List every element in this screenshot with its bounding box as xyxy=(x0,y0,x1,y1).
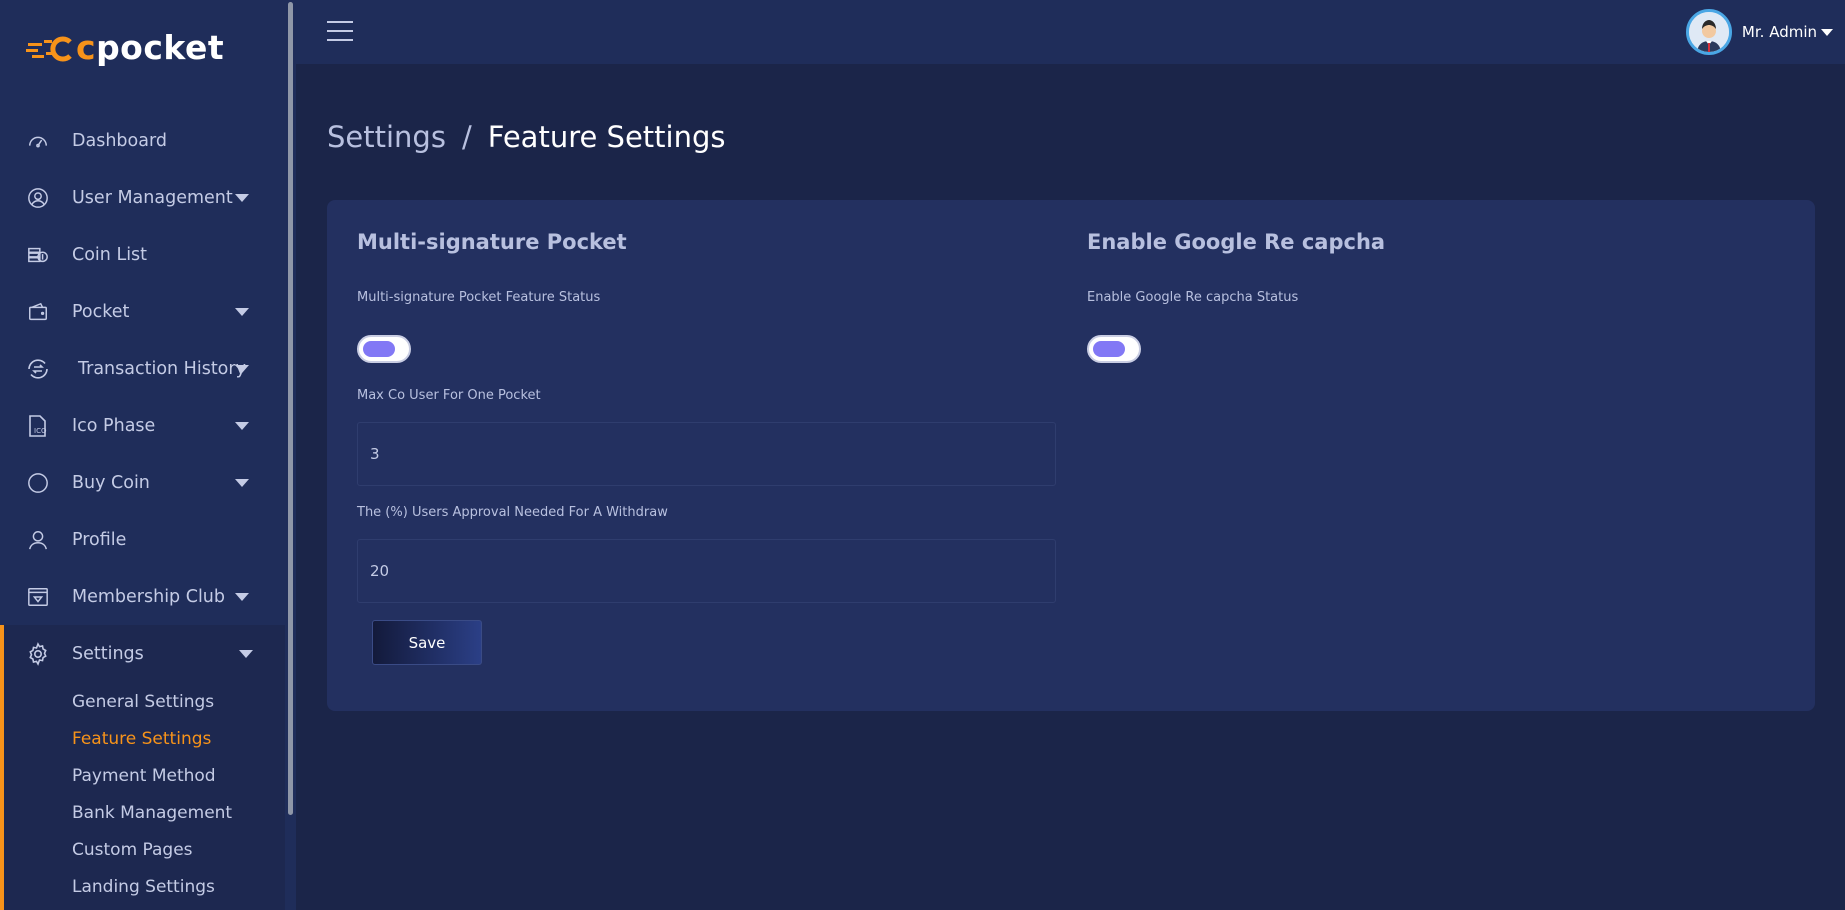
sidebar-item-label: Dashboard xyxy=(72,130,167,151)
sidebar-item-label: Coin List xyxy=(72,244,148,265)
settings-submenu: General Settings Feature Settings Paymen… xyxy=(4,684,285,906)
submenu-item-custom-pages[interactable]: Custom Pages xyxy=(4,832,285,869)
chevron-down-icon xyxy=(239,650,253,658)
logo[interactable]: cpocket xyxy=(26,28,224,67)
logo-speed-icon xyxy=(26,34,76,62)
multisig-status-label: Multi-signature Pocket Feature Status xyxy=(357,290,601,305)
user-menu[interactable]: Mr. Admin xyxy=(1685,9,1833,55)
user-name: Mr. Admin xyxy=(1741,23,1817,41)
chevron-down-icon xyxy=(235,593,249,601)
ico-file-icon: ICO xyxy=(26,414,50,438)
logo-text: cpocket xyxy=(76,28,225,67)
multisig-status-toggle[interactable] xyxy=(357,335,411,363)
submenu-item-feature-settings[interactable]: Feature Settings xyxy=(4,721,285,758)
submenu-item-general-settings[interactable]: General Settings xyxy=(4,684,285,721)
sidebar-item-label: User Management xyxy=(72,187,233,208)
avatar xyxy=(1685,9,1732,55)
sidebar-settings-group: Settings General Settings Feature Settin… xyxy=(0,625,285,910)
sidebar-item-pocket[interactable]: Pocket xyxy=(0,283,285,340)
sidebar-item-label: Profile xyxy=(72,529,127,550)
wallet-icon xyxy=(26,300,50,324)
submenu-item-bank-management[interactable]: Bank Management xyxy=(4,795,285,832)
sidebar-item-profile[interactable]: Profile xyxy=(0,511,285,568)
sidebar-item-label: Membership Club xyxy=(72,586,226,607)
chevron-down-icon xyxy=(235,422,249,430)
page-title: Feature Settings xyxy=(487,120,726,154)
max-co-user-input[interactable] xyxy=(357,422,1056,486)
toggle-knob xyxy=(1093,341,1125,357)
sidebar-item-dashboard[interactable]: Dashboard xyxy=(0,112,285,169)
approval-percent-input[interactable] xyxy=(357,539,1056,603)
toggle-knob xyxy=(363,341,395,357)
submenu-item-landing-settings[interactable]: Landing Settings xyxy=(4,869,285,906)
recaptcha-status-label: Enable Google Re capcha Status xyxy=(1087,290,1299,305)
sidebar-item-label: Settings xyxy=(72,643,144,664)
feature-settings-card: Multi-signature Pocket Multi-signature P… xyxy=(327,200,1815,711)
sidebar-item-label: Buy Coin xyxy=(72,472,150,493)
coins-icon xyxy=(26,243,50,267)
breadcrumb-separator: / xyxy=(461,120,472,154)
submenu-item-payment-method[interactable]: Payment Method xyxy=(4,758,285,795)
chevron-down-icon xyxy=(235,479,249,487)
sidebar-menu: Dashboard User Management Coin List Pock… xyxy=(0,112,285,625)
breadcrumb-parent[interactable]: Settings xyxy=(327,120,446,154)
sidebar-item-buy-coin[interactable]: Buy Coin xyxy=(0,454,285,511)
chevron-down-icon xyxy=(235,308,249,316)
sidebar-item-user-management[interactable]: User Management xyxy=(0,169,285,226)
sidebar-item-coin-list[interactable]: Coin List xyxy=(0,226,285,283)
svg-text:ICO: ICO xyxy=(34,427,47,435)
recaptcha-status-toggle[interactable] xyxy=(1087,335,1141,363)
multisig-title: Multi-signature Pocket xyxy=(357,230,627,254)
exchange-icon xyxy=(26,357,50,381)
breadcrumb: Settings / Feature Settings xyxy=(327,120,725,154)
sidebar-item-label: Ico Phase xyxy=(72,415,156,436)
chevron-down-icon xyxy=(235,365,249,373)
sidebar-item-transaction-history[interactable]: Transaction History xyxy=(0,340,285,397)
max-co-user-label: Max Co User For One Pocket xyxy=(357,388,541,403)
user-circle-icon xyxy=(26,186,50,210)
sidebar: cpocket Dashboard User Management Coin L… xyxy=(0,0,296,910)
sidebar-item-membership-club[interactable]: Membership Club xyxy=(0,568,285,625)
sidebar-item-ico-phase[interactable]: ICO Ico Phase xyxy=(0,397,285,454)
sidebar-item-label: Transaction History xyxy=(78,358,246,379)
diamond-card-icon xyxy=(26,585,50,609)
save-button[interactable]: Save xyxy=(372,620,482,665)
sidebar-item-label: Pocket xyxy=(72,301,130,322)
sidebar-item-settings[interactable]: Settings xyxy=(4,625,285,682)
gear-icon xyxy=(26,641,50,666)
approval-percent-label: The (%) Users Approval Needed For A With… xyxy=(357,505,668,520)
hamburger-menu-icon[interactable] xyxy=(327,21,353,41)
speedometer-icon xyxy=(26,129,50,153)
recaptcha-title: Enable Google Re capcha xyxy=(1087,230,1386,254)
circle-icon xyxy=(26,471,50,495)
topbar: Mr. Admin xyxy=(296,0,1845,64)
user-icon xyxy=(26,528,50,552)
chevron-down-icon xyxy=(235,194,249,202)
sidebar-scrollbar[interactable] xyxy=(288,2,293,815)
chevron-down-icon xyxy=(1821,28,1833,36)
